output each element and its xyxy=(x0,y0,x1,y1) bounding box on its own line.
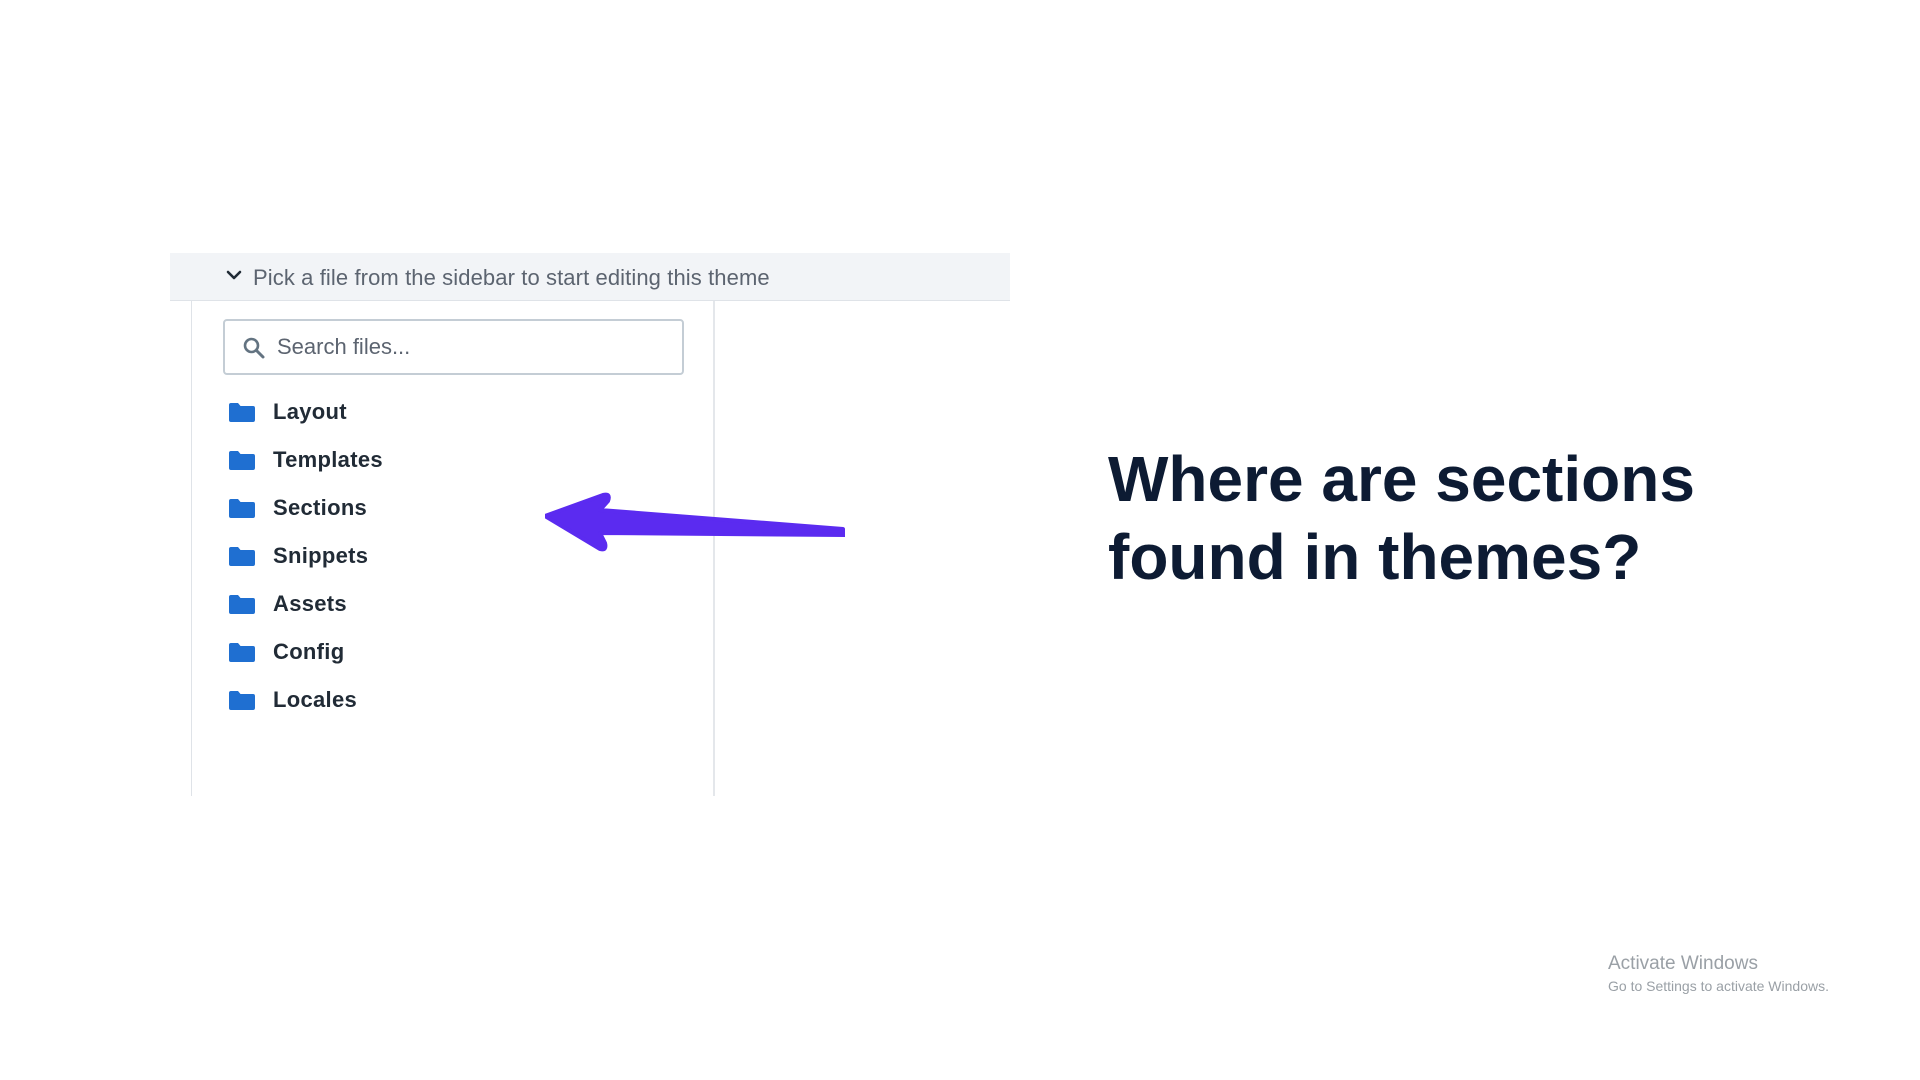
folder-icon xyxy=(229,499,255,518)
folder-item-assets[interactable]: Assets xyxy=(228,580,383,628)
question-heading: Where are sections found in themes? xyxy=(1108,440,1828,596)
watermark-title: Activate Windows xyxy=(1608,953,1758,974)
folder-icon xyxy=(229,547,255,566)
search-input[interactable] xyxy=(277,329,667,365)
folder-label: Locales xyxy=(273,687,358,712)
folder-icon xyxy=(229,595,255,614)
folder-item-templates[interactable]: Templates xyxy=(228,436,383,484)
folder-label: Config xyxy=(273,639,345,664)
search-icon xyxy=(243,337,265,359)
search-files-box[interactable] xyxy=(223,319,684,375)
question-line-1: Where are sections xyxy=(1108,443,1695,515)
chevron-down-icon[interactable] xyxy=(224,265,244,285)
question-line-2: found in themes? xyxy=(1108,521,1642,593)
folder-icon xyxy=(229,691,255,710)
folder-icon xyxy=(229,403,255,422)
folder-item-layout[interactable]: Layout xyxy=(228,388,383,436)
folder-icon xyxy=(229,451,255,470)
folder-item-locales[interactable]: Locales xyxy=(228,676,383,724)
editor-header: Pick a file from the sidebar to start ed… xyxy=(170,253,1010,301)
folder-icon xyxy=(229,643,255,662)
panel-border xyxy=(191,301,192,796)
folder-label: Snippets xyxy=(273,543,369,568)
editor-header-text: Pick a file from the sidebar to start ed… xyxy=(253,265,770,290)
folder-label: Layout xyxy=(273,399,347,424)
activation-watermark: Activate Windows Go to Settings to activ… xyxy=(1608,953,1829,995)
folder-label: Sections xyxy=(273,495,368,520)
annotation-arrow-icon xyxy=(545,492,845,552)
folder-item-snippets[interactable]: Snippets xyxy=(228,532,383,580)
folder-label: Assets xyxy=(273,591,347,616)
folder-label: Templates xyxy=(273,447,383,472)
watermark-subtitle: Go to Settings to activate Windows. xyxy=(1608,978,1829,994)
theme-editor-screenshot: Pick a file from the sidebar to start ed… xyxy=(170,253,1010,796)
file-tree: Layout Templates Sections Snippets Asset… xyxy=(228,388,383,724)
folder-item-config[interactable]: Config xyxy=(228,628,383,676)
folder-item-sections[interactable]: Sections xyxy=(228,484,383,532)
